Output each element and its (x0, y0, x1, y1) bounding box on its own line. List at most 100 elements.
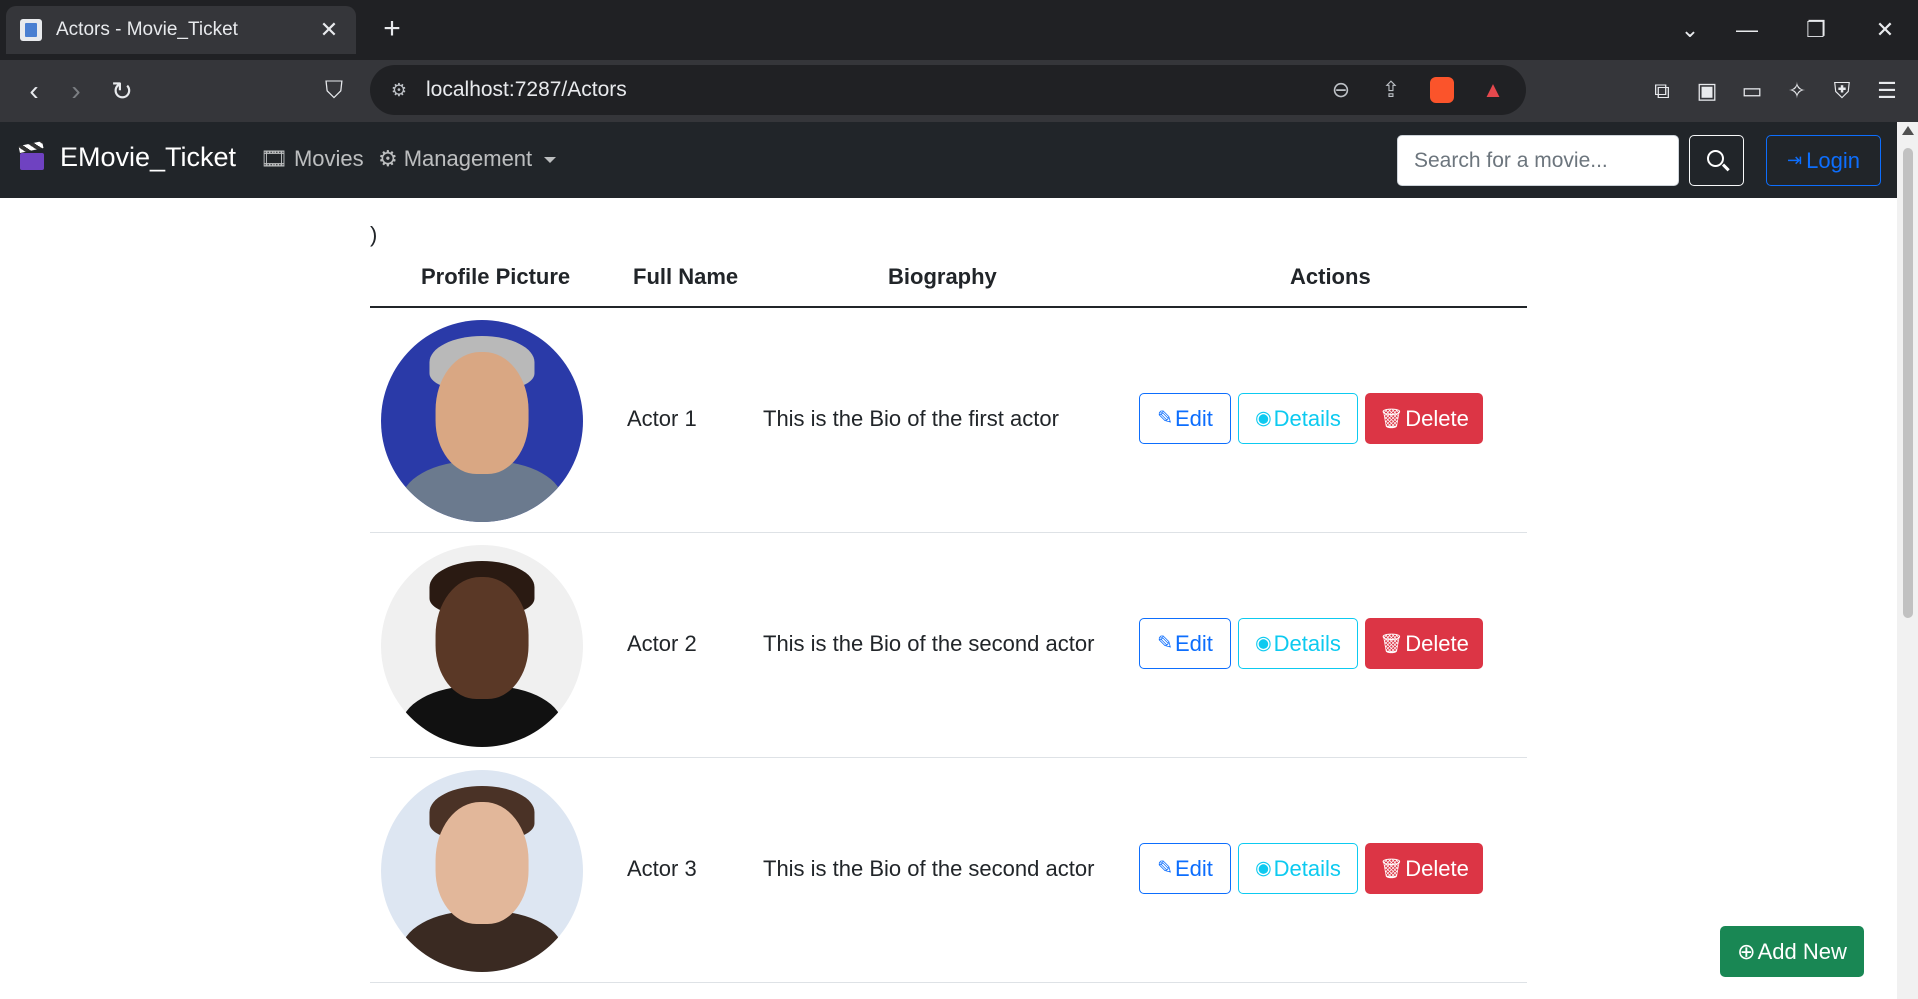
browser-tab[interactable]: Actors - Movie_Ticket ✕ (6, 6, 356, 54)
film-icon: 🎞︎ (260, 146, 288, 171)
site-navbar: EMovie_Ticket 🎞︎ Movies ⚙ Management ⇥ L… (0, 122, 1897, 198)
table-row: Actor 1 This is the Bio of the first act… (370, 308, 1527, 533)
tab-close-icon[interactable]: ✕ (316, 17, 342, 43)
eye-icon: ◉ (1255, 633, 1272, 654)
brand-name: EMovie_Ticket (60, 142, 237, 172)
table-row: Actor 3 This is the Bio of the second ac… (370, 758, 1527, 983)
search-icon (1707, 150, 1724, 167)
pencil-square-icon: ✎ (1157, 633, 1173, 654)
actor-biography: This is the Bio of the first actor (763, 406, 1059, 431)
avatar-face (435, 352, 529, 474)
details-label: Details (1273, 855, 1341, 881)
tab-title: Actors - Movie_Ticket (56, 19, 238, 40)
stray-text: ) (370, 222, 378, 247)
actor-full-name: Actor 3 (627, 856, 697, 881)
eye-icon: ◉ (1255, 408, 1272, 429)
delete-button[interactable]: 🗑︎ Delete (1365, 393, 1483, 444)
delete-label: Delete (1405, 630, 1469, 656)
add-new-label: Add New (1757, 938, 1847, 964)
clapperboard-icon (18, 140, 46, 171)
brand-link[interactable]: EMovie_Ticket (18, 140, 237, 173)
actor-biography: This is the Bio of the second actor (763, 856, 1095, 881)
scroll-up-arrow-icon[interactable] (1902, 126, 1914, 135)
site-info-icon[interactable]: ⚙ (384, 75, 414, 105)
pencil-square-icon: ✎ (1157, 858, 1173, 879)
back-icon[interactable]: ‹ (16, 74, 52, 110)
url-text[interactable]: localhost:7287/Actors (426, 78, 627, 102)
eye-icon: ◉ (1255, 858, 1272, 879)
delete-label: Delete (1405, 405, 1469, 431)
browser-toolbar: ‹ › ↻ ⛉ ⚙ localhost:7287/Actors ⊖ ⇪ ▲ ⧉ … (0, 60, 1918, 122)
login-label: Login (1806, 147, 1860, 173)
table-row: Actor 2 This is the Bio of the second ac… (370, 533, 1527, 758)
menu-icon[interactable]: ☰ (1871, 75, 1903, 107)
sidebar-icon[interactable]: ▣ (1691, 75, 1723, 107)
header-full-name: Full Name (633, 264, 739, 289)
edit-button[interactable]: ✎ Edit (1139, 618, 1231, 669)
avatar-face (435, 802, 529, 924)
scroll-thumb[interactable] (1903, 148, 1913, 618)
nav-movies[interactable]: 🎞︎ Movies (260, 146, 364, 172)
header-profile-picture: Profile Picture (421, 264, 571, 289)
details-button[interactable]: ◉ Details (1238, 393, 1358, 444)
actor-full-name: Actor 2 (627, 631, 697, 656)
page-content: EMovie_Ticket 🎞︎ Movies ⚙ Management ⇥ L… (0, 122, 1897, 999)
tab-search-chevron-icon[interactable]: ⌄ (1668, 12, 1712, 48)
delete-button[interactable]: 🗑︎ Delete (1365, 618, 1483, 669)
actor-full-name: Actor 1 (627, 406, 697, 431)
new-tab-button[interactable]: + (376, 14, 408, 46)
forward-icon[interactable]: › (58, 74, 94, 110)
leo-ai-icon[interactable]: ✧ (1781, 75, 1813, 107)
wallet-icon[interactable]: ▭ (1736, 75, 1768, 107)
page-scrollbar[interactable] (1897, 122, 1918, 999)
reload-icon[interactable]: ↻ (104, 74, 140, 110)
nav-management-dropdown[interactable]: ⚙ Management (378, 146, 557, 172)
page-favicon-icon (20, 19, 42, 41)
search-input[interactable] (1397, 135, 1679, 186)
edit-button[interactable]: ✎ Edit (1139, 393, 1231, 444)
address-bar[interactable]: ⚙ localhost:7287/Actors ⊖ ⇪ ▲ (370, 65, 1526, 115)
header-actions: Actions (1290, 264, 1371, 289)
plus-circle-icon: ⊕ (1737, 938, 1756, 964)
edit-label: Edit (1175, 630, 1213, 656)
profile-picture (381, 770, 583, 972)
pencil-square-icon: ✎ (1157, 408, 1173, 429)
brave-shields-icon[interactable] (1430, 77, 1454, 103)
vpn-icon[interactable]: ⛨ (1826, 75, 1858, 107)
brave-rewards-icon[interactable]: ▲ (1478, 75, 1508, 105)
share-icon[interactable]: ⇪ (1376, 75, 1406, 105)
table-header: Profile Picture Full Name Biography Acti… (370, 250, 1527, 308)
header-biography: Biography (888, 264, 997, 289)
details-label: Details (1273, 405, 1341, 431)
edit-label: Edit (1175, 855, 1213, 881)
search-button[interactable] (1689, 135, 1744, 186)
details-label: Details (1273, 630, 1341, 656)
edit-button[interactable]: ✎ Edit (1139, 843, 1231, 894)
profile-picture (381, 545, 583, 747)
trash-icon: 🗑︎ (1379, 408, 1404, 430)
restore-button[interactable]: ❐ (1794, 12, 1838, 48)
bookmark-icon[interactable]: ⛉ (316, 74, 352, 110)
actors-table: Profile Picture Full Name Biography Acti… (370, 250, 1527, 983)
extensions-icon[interactable]: ⧉ (1646, 75, 1678, 107)
minimize-button[interactable]: — (1725, 12, 1769, 48)
avatar-face (435, 577, 529, 699)
gear-icon: ⚙ (378, 146, 398, 171)
login-button[interactable]: ⇥ Login (1766, 135, 1881, 186)
details-button[interactable]: ◉ Details (1238, 843, 1358, 894)
delete-label: Delete (1405, 855, 1469, 881)
details-button[interactable]: ◉ Details (1238, 618, 1358, 669)
add-new-button[interactable]: ⊕ Add New (1720, 926, 1864, 977)
trash-icon: 🗑︎ (1379, 858, 1404, 880)
close-window-button[interactable]: ✕ (1863, 12, 1907, 48)
actor-biography: This is the Bio of the second actor (763, 631, 1095, 656)
nav-management-label: Management (403, 146, 533, 171)
zoom-out-icon[interactable]: ⊖ (1326, 75, 1356, 105)
profile-picture (381, 320, 583, 522)
edit-label: Edit (1175, 405, 1213, 431)
nav-movies-label: Movies (293, 146, 364, 171)
delete-button[interactable]: 🗑︎ Delete (1365, 843, 1483, 894)
chevron-down-icon (544, 157, 557, 163)
trash-icon: 🗑︎ (1379, 633, 1404, 655)
login-icon: ⇥ (1787, 150, 1803, 170)
